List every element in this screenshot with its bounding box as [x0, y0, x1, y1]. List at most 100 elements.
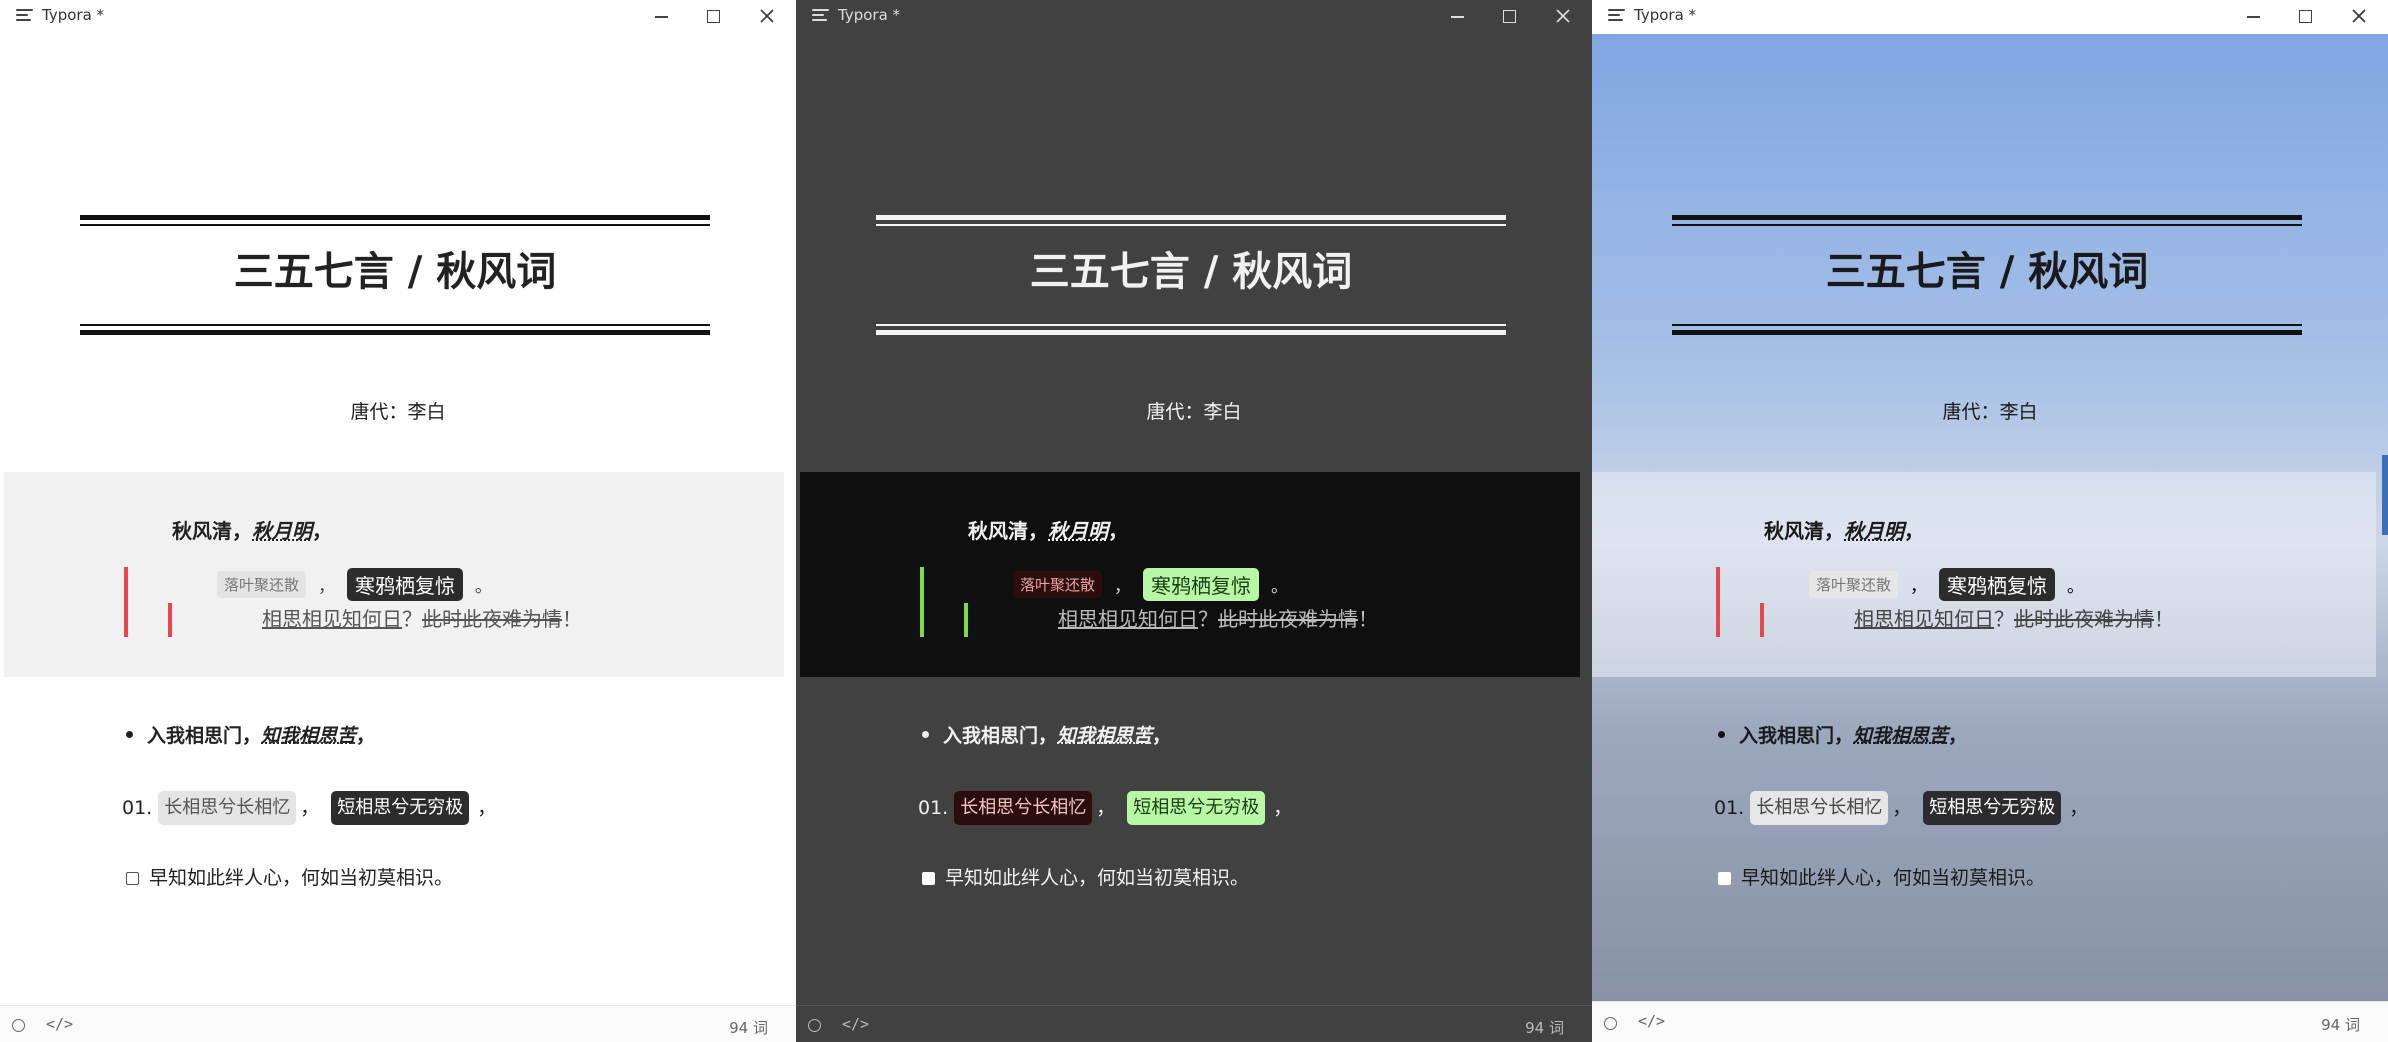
heading-rule-bottom [876, 324, 1506, 335]
quote-line-2[interactable]: 落叶聚还散 ， 寒鸦栖复惊 。 [1013, 568, 1300, 601]
menu-icon[interactable] [1608, 9, 1625, 23]
punctuation: 。 [2067, 577, 2085, 597]
source-code-icon[interactable]: </> [1638, 1012, 1665, 1030]
punctuation: 。 [1271, 577, 1289, 597]
bullet-text: 入我相思门， [147, 725, 262, 747]
menu-icon[interactable] [16, 9, 33, 23]
checkbox-icon[interactable] [922, 871, 935, 885]
emphasis-text: 知我相思苦 [261, 725, 357, 747]
emphasis-text: 秋月明 [252, 519, 312, 543]
bullet-list-item[interactable]: 入我相思门，知我相思苦， [126, 724, 375, 748]
minimize-button[interactable] [2233, 3, 2273, 29]
minimize-button[interactable] [1437, 3, 1477, 29]
emphasis-text: 秋月明 [1844, 519, 1904, 543]
inline-highlight-chip: 寒鸦栖复惊 [1143, 568, 1260, 601]
maximize-button[interactable] [2285, 3, 2325, 29]
window-light-theme: Typora * 三五七言 / 秋风词 唐代：李白 秋风清，秋月明， 落叶聚还散… [0, 0, 796, 1042]
heading-rule-top [80, 215, 710, 226]
document-heading[interactable]: 三五七言 / 秋风词 [876, 244, 1506, 300]
quote-line-1-text: 秋风清， [172, 519, 252, 543]
task-text: 早知如此绊人心，何如当初莫相识。 [149, 867, 454, 889]
quote-line-3[interactable]: 相思相见知何日？此时此夜难为情！ [262, 606, 582, 632]
punctuation: ， [1910, 577, 1928, 597]
checkbox-icon[interactable] [1718, 871, 1731, 885]
close-icon [1556, 9, 1570, 23]
heading-rule-top [876, 215, 1506, 226]
close-button[interactable] [2339, 3, 2379, 29]
punctuation: ！ [562, 607, 582, 631]
bullet-icon [922, 731, 929, 738]
inline-mark-chip: 落叶聚还散 [1013, 571, 1103, 598]
task-list-item[interactable]: 早知如此绊人心，何如当初莫相识。 [126, 866, 453, 890]
inline-code-1: 长相思兮长相忆 [954, 791, 1093, 825]
inline-mark-chip: 落叶聚还散 [1809, 571, 1899, 598]
punctuation: ， [1948, 725, 1968, 747]
maximize-button[interactable] [693, 3, 733, 29]
background-edge [2382, 455, 2388, 535]
emphasis-text: 知我相思苦 [1853, 725, 1949, 747]
minimize-icon [1451, 16, 1464, 18]
menu-icon[interactable] [812, 9, 829, 23]
quote-bar-inner [964, 603, 968, 637]
punctuation: 。 [475, 577, 493, 597]
punctuation: ？ [1198, 607, 1218, 631]
status-circle-icon[interactable] [1604, 1017, 1617, 1030]
quote-line-3[interactable]: 相思相见知何日？此时此夜难为情！ [1058, 606, 1378, 632]
source-code-icon[interactable]: </> [46, 1015, 73, 1033]
document-heading[interactable]: 三五七言 / 秋风词 [1672, 244, 2302, 300]
quote-line-3[interactable]: 相思相见知何日？此时此夜难为情！ [1854, 606, 2174, 632]
task-list-item[interactable]: 早知如此绊人心，何如当初莫相识。 [1718, 866, 2045, 890]
word-count[interactable]: 94 词 [1525, 1017, 1564, 1038]
author-line[interactable]: 唐代：李白 [0, 400, 796, 424]
ordered-list-item[interactable]: 01. 长相思兮长相忆 ， 短相思兮无穷极 ， [1714, 791, 2088, 825]
ordered-list-item[interactable]: 01. 长相思兮长相忆 ， 短相思兮无穷极 ， [918, 791, 1292, 825]
close-button[interactable] [747, 3, 787, 29]
emphasis-text: 秋月明 [1048, 519, 1108, 543]
window-title: Typora * [1634, 6, 1697, 24]
punctuation: ， [318, 577, 336, 597]
strikethrough-text: 此时此夜难为情 [1218, 607, 1358, 631]
close-icon [2352, 9, 2366, 23]
ordered-list-item[interactable]: 01. 长相思兮长相忆 ， 短相思兮无穷极 ， [122, 791, 496, 825]
bullet-icon [126, 731, 133, 738]
quote-line-2[interactable]: 落叶聚还散 ， 寒鸦栖复惊 。 [1809, 568, 2096, 601]
quote-bar-inner [1760, 603, 1764, 637]
inline-code-1: 长相思兮长相忆 [158, 791, 297, 825]
maximize-button[interactable] [1489, 3, 1529, 29]
bullet-list-item[interactable]: 入我相思门，知我相思苦， [922, 724, 1171, 748]
task-list-item[interactable]: 早知如此绊人心，何如当初莫相识。 [922, 866, 1249, 890]
quote-line-2[interactable]: 落叶聚还散 ， 寒鸦栖复惊 。 [217, 568, 504, 601]
word-count[interactable]: 94 词 [2321, 1014, 2360, 1035]
quote-line-1[interactable]: 秋风清，秋月明， [968, 518, 1128, 544]
quote-line-1-text: 秋风清， [968, 519, 1048, 543]
minimize-button[interactable] [641, 3, 681, 29]
window-title: Typora * [838, 6, 901, 24]
heading-rule-bottom [80, 324, 710, 335]
author-line[interactable]: 唐代：李白 [1592, 400, 2388, 424]
source-code-icon[interactable]: </> [842, 1015, 869, 1033]
maximize-icon [1503, 10, 1516, 23]
status-circle-icon[interactable] [12, 1019, 25, 1032]
maximize-icon [2299, 10, 2312, 23]
punctuation: ， [1892, 797, 1912, 819]
window-title: Typora * [42, 6, 105, 24]
quote-bar-inner [168, 603, 172, 637]
title-bar: Typora * [0, 0, 796, 34]
document-heading[interactable]: 三五七言 / 秋风词 [80, 244, 710, 300]
bullet-list-item[interactable]: 入我相思门，知我相思苦， [1718, 724, 1967, 748]
author-line[interactable]: 唐代：李白 [796, 400, 1592, 424]
checkbox-icon[interactable] [126, 871, 139, 885]
inline-code-2: 短相思兮无穷极 [1923, 791, 2062, 825]
close-icon [760, 9, 774, 23]
word-count[interactable]: 94 词 [729, 1017, 768, 1038]
status-bar: </> 94 词 [1592, 1001, 2388, 1042]
punctuation: ， [1152, 725, 1172, 747]
quote-line-1[interactable]: 秋风清，秋月明， [172, 518, 332, 544]
close-button[interactable] [1543, 3, 1583, 29]
status-circle-icon[interactable] [808, 1019, 821, 1032]
punctuation: ， [2069, 797, 2089, 819]
bullet-text: 入我相思门， [1739, 725, 1854, 747]
list-number: 01. [918, 797, 949, 819]
quote-line-1[interactable]: 秋风清，秋月明， [1764, 518, 1924, 544]
quote-bar-outer [124, 567, 128, 637]
